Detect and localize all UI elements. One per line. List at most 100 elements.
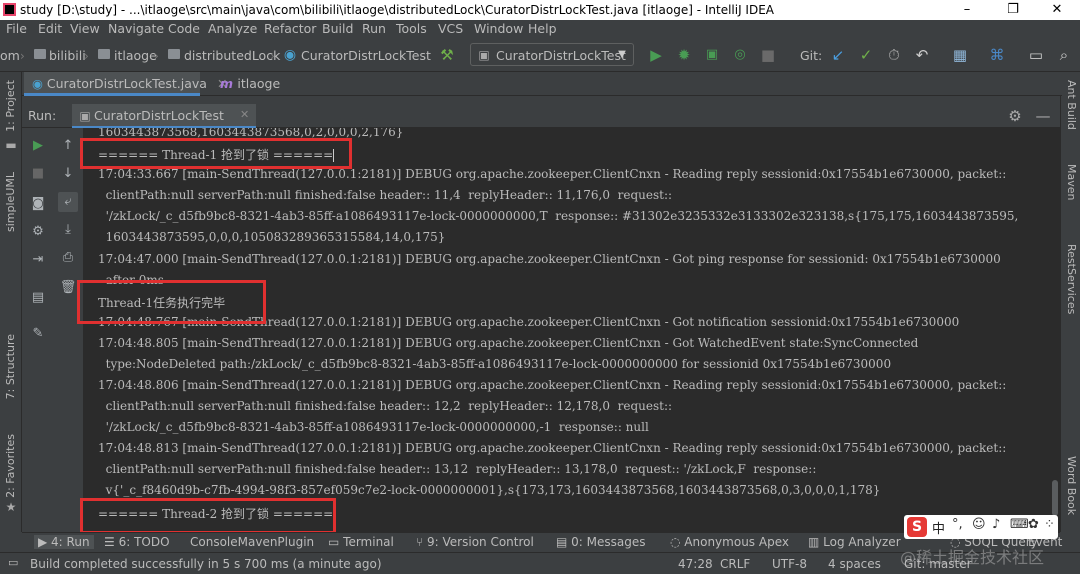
menu-grid-icon[interactable]: ⁘: [1044, 517, 1055, 532]
minimize-button[interactable]: –: [944, 0, 990, 20]
tab-itlaoge[interactable]: m itlaoge: [212, 72, 302, 96]
tab-todo[interactable]: ☰ 6: TODO: [104, 535, 170, 549]
exit-icon[interactable]: ⇥: [28, 250, 48, 270]
menu-code[interactable]: Code: [168, 21, 200, 36]
tool-favorites[interactable]: 2: Favorites: [4, 434, 17, 498]
chevron-right-icon: ›: [154, 49, 159, 63]
run-icon[interactable]: ▶: [647, 46, 665, 64]
ime-toolbar[interactable]: S 中 °, ☺ ♪ ⌨ ✿ ⁘: [904, 515, 1058, 539]
stop-icon[interactable]: ■: [759, 46, 777, 64]
keyboard-icon[interactable]: ⌨: [1010, 517, 1029, 532]
menu-analyze[interactable]: Analyze: [208, 21, 257, 36]
menu-edit[interactable]: Edit: [38, 21, 62, 36]
breadcrumb-itlaoge[interactable]: itlaoge: [114, 48, 157, 63]
scrollbar-thumb[interactable]: [1052, 480, 1058, 516]
run-config-selector[interactable]: ▣ CuratorDistrLockTest ▼: [470, 43, 634, 66]
run-tab[interactable]: ▣ CuratorDistrLockTest ✕: [72, 104, 256, 128]
minimize-panel-icon[interactable]: —: [1034, 107, 1052, 125]
settings-icon[interactable]: ⚙: [28, 222, 48, 242]
console-scrollbar[interactable]: [1050, 128, 1060, 532]
profile-icon[interactable]: ◎: [731, 46, 749, 64]
file-encoding[interactable]: UTF-8: [772, 557, 807, 571]
breadcrumb-distributedlock[interactable]: distributedLock: [184, 48, 280, 63]
stop-icon[interactable]: ■: [28, 164, 48, 184]
breadcrumb-root[interactable]: om: [0, 48, 20, 63]
project-structure-icon[interactable]: ▦: [951, 46, 969, 64]
coverage-icon[interactable]: ▣: [703, 46, 721, 64]
menu-navigate[interactable]: Navigate: [108, 21, 164, 36]
tool-simpleuml[interactable]: simpleUML: [4, 172, 17, 232]
layout-icon[interactable]: ▤: [28, 288, 48, 308]
tab-version-control[interactable]: ⑂ 9: Version Control: [416, 535, 534, 549]
close-icon[interactable]: ✕: [240, 108, 249, 121]
menu-vcs[interactable]: VCS: [438, 21, 463, 36]
rollback-icon[interactable]: ↶: [913, 46, 931, 64]
tool-structure[interactable]: 7: Structure: [4, 334, 17, 399]
tab-curatordistrlocktest[interactable]: ◉ CuratorDistrLockTest.java ✕: [24, 72, 227, 96]
config-icon: ▣: [79, 109, 91, 123]
caret-position[interactable]: 47:28: [678, 557, 713, 571]
menu-tools[interactable]: Tools: [396, 21, 427, 36]
translate-icon[interactable]: ⌘: [988, 46, 1006, 64]
menu-file[interactable]: File: [6, 21, 27, 36]
folder-icon: [168, 49, 180, 59]
punctuation-icon[interactable]: °,: [952, 517, 963, 532]
print-icon[interactable]: ⎙: [58, 248, 78, 268]
menu-run[interactable]: Run: [362, 21, 386, 36]
tool-restservices[interactable]: RestServices: [1065, 244, 1078, 314]
menu-refactor[interactable]: Refactor: [264, 21, 316, 36]
maximize-button[interactable]: ❐: [990, 0, 1036, 20]
status-icon: ▭: [8, 556, 19, 569]
console-output[interactable]: 1603443873568,1603443873568,0,2,0,0,0,2,…: [84, 128, 1050, 532]
tool-maven[interactable]: Maven: [1065, 164, 1078, 200]
tool-project[interactable]: 1: Project: [4, 80, 17, 132]
tab-messages[interactable]: ▤ 0: Messages: [556, 535, 646, 549]
menu-build[interactable]: Build: [322, 21, 353, 36]
sogou-icon: S: [907, 517, 927, 537]
clear-icon[interactable]: 🗑: [58, 278, 78, 298]
commit-icon[interactable]: ✓: [857, 46, 875, 64]
update-project-icon[interactable]: ↙: [829, 46, 847, 64]
navigation-toolbar: om › bilibili › itlaoge › distributedLoc…: [0, 38, 1080, 72]
arrow-up-icon[interactable]: ↑: [58, 136, 78, 156]
search-icon[interactable]: ⌕: [1055, 46, 1073, 64]
status-message[interactable]: Build completed successfully in 5 s 700 …: [30, 557, 382, 571]
arrow-down-icon[interactable]: ↓: [58, 164, 78, 184]
menu-help[interactable]: Help: [528, 21, 557, 36]
rerun-icon[interactable]: ▶: [28, 136, 48, 156]
gear-icon[interactable]: ⚙: [1006, 107, 1024, 125]
play-icon: ▶: [38, 535, 52, 549]
camera-icon[interactable]: ◙: [28, 194, 48, 214]
pin-icon[interactable]: ✎: [28, 324, 48, 344]
breadcrumb-class[interactable]: CuratorDistrLockTest: [301, 48, 431, 63]
soft-wrap-icon[interactable]: ⤶: [58, 192, 78, 212]
skin-icon[interactable]: ✿: [1028, 517, 1039, 532]
tool-ant-build[interactable]: Ant Build: [1065, 80, 1078, 130]
history-icon[interactable]: ⏱: [885, 46, 903, 64]
vcs-icon: ⑂: [416, 535, 428, 549]
console-line: clientPath:null serverPath:null finished…: [98, 462, 817, 476]
line-separator[interactable]: CRLF: [720, 557, 750, 571]
close-button[interactable]: ✕: [1034, 0, 1080, 20]
hammer-icon[interactable]: ⚒: [438, 46, 456, 64]
menu-view[interactable]: View: [70, 21, 100, 36]
tool-word-book[interactable]: Word Book: [1065, 456, 1078, 515]
tab-anonymous-apex[interactable]: ◌ Anonymous Apex: [670, 535, 789, 549]
tab-log-analyzer[interactable]: ▥ Log Analyzer: [808, 535, 901, 549]
console-line: '/zkLock/_c_d5fb9bc8-8321-4ab3-85ff-a108…: [98, 420, 649, 434]
watermark: @稀土掘金技术社区: [900, 548, 1045, 567]
breadcrumb-bilibili[interactable]: bilibili: [49, 48, 86, 63]
tab-consolemavenplugin[interactable]: ConsoleMavenPlugin: [190, 535, 314, 549]
scroll-to-end-icon[interactable]: ⤓: [58, 220, 78, 240]
console-line: 17:04:47.000 [main-SendThread(127.0.0.1:…: [98, 252, 1001, 266]
tab-run[interactable]: ▶ 4: Run: [34, 535, 94, 549]
debug-icon[interactable]: ✹: [675, 46, 693, 64]
mic-icon[interactable]: ♪: [992, 517, 1000, 532]
presentation-icon[interactable]: ▭: [1027, 46, 1045, 64]
menu-window[interactable]: Window: [474, 21, 523, 36]
list-icon: ☰: [104, 535, 119, 549]
ime-mode[interactable]: 中: [932, 518, 945, 537]
indent-setting[interactable]: 4 spaces: [828, 557, 881, 571]
tab-terminal[interactable]: ▭ Terminal: [328, 535, 394, 549]
emoji-icon[interactable]: ☺: [972, 517, 986, 532]
